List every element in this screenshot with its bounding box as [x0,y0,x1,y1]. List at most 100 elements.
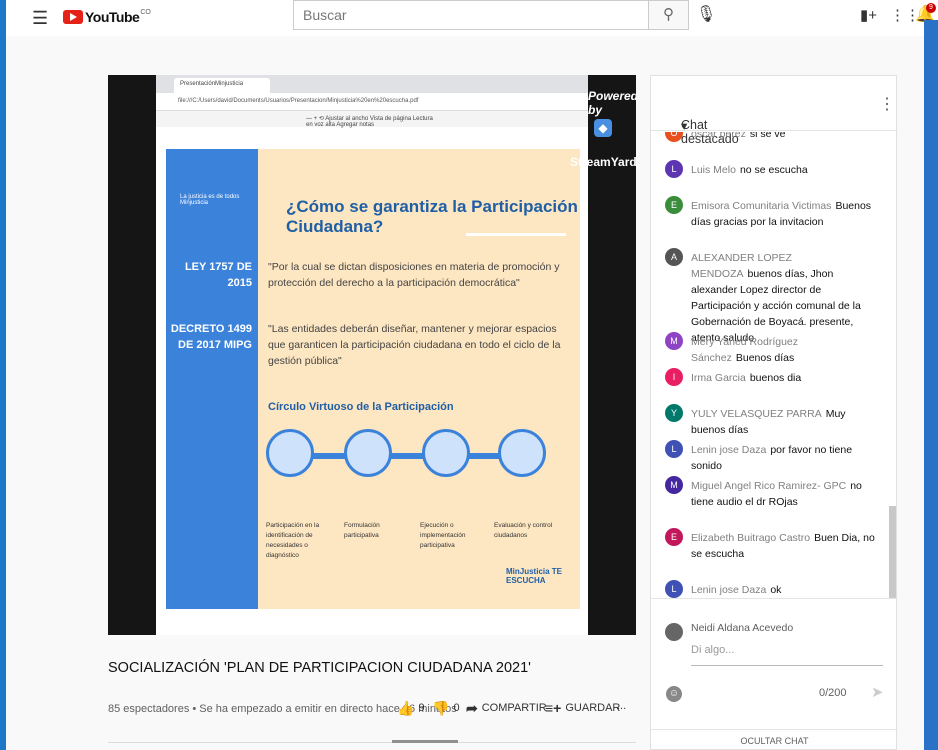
slide-logo: La justicia es de todos Minjusticia [180,194,240,206]
streamyard-brand: StreamYard [570,155,636,169]
top-bar: ☰ YouTube CO Buscar ⚲ 🎙 ▮+ ⋮⋮ 🔔 9 [6,0,938,36]
chat-message-text: Irma Garcia buenos dia [691,370,875,386]
search-placeholder: Buscar [303,7,347,23]
share-button[interactable]: ➦ COMPARTIR [466,700,547,717]
chat-author: Luis Melo [691,164,736,176]
divider-active [392,740,458,743]
circle-label: Ejecución o implementación participativa [420,522,466,549]
video-title: SOCIALIZACIÓN 'PLAN DE PARTICIPACION CIU… [108,660,531,676]
avatar: L [665,160,683,178]
video-player[interactable]: PresentaciónMinjusticia file:///C:/Users… [108,75,636,635]
browser-tabs: PresentaciónMinjusticia [156,75,588,93]
browser-tab: PresentaciónMinjusticia [174,78,270,93]
chat-input-area: Neidi Aldana Acevedo Di algo... ☺ 0/200 … [651,598,898,750]
law2-label: DECRETO 1499 DE 2017 MIPG [170,323,252,351]
country-code: CO [140,9,151,16]
law1-label: LEY 1757 DE 2015 [184,261,252,289]
pdf-toolbar: — + ⟲ Ajustar al ancho Vista de página L… [156,111,588,128]
chat-text: si se ve [749,132,786,140]
chat-messages: Ooscar perez si se ve L Luis Melo no se escu… [651,132,898,598]
create-video-icon[interactable]: ▮+ [860,6,877,24]
thumbs-up-icon: 👍 [397,700,415,716]
send-icon[interactable]: ➤ [871,683,884,701]
youtube-logo[interactable]: YouTube CO [63,9,151,25]
circle-label: Participación en la identificación de ne… [266,522,320,559]
brand-name: YouTube [85,9,140,25]
chat-message-text: Elizabeth Buitrago Castro Buen Dia, no se… [691,530,875,562]
avatar: E [665,196,683,214]
like-count: 9 [418,702,425,714]
chat-text: ok [770,584,782,596]
chat-author: Miguel Angel Rico Ramirez- GPC [691,480,847,492]
dislike-count: 0 [453,702,460,714]
search-input[interactable]: Buscar [293,0,649,30]
avatar: O [665,132,683,142]
evaluation-icon [498,429,546,477]
chat-text: buenos dia [749,372,802,384]
mic-icon[interactable]: 🎙 [696,4,716,24]
chat-input[interactable]: Di algo... [691,644,883,666]
more-button[interactable]: ... [617,700,626,712]
circle-diagram [266,429,566,501]
share-label: COMPARTIR [481,702,547,714]
circle-label: Evaluación y control ciudadanos [494,522,553,539]
chat-message-text: Luis Melo no se escucha [691,162,875,178]
avatar: L [665,440,683,458]
avatar: M [665,332,683,350]
browser-address: file:///C:/Users/david/Documents/Usuario… [156,93,588,111]
more-vert-icon[interactable]: ⋮ [879,94,895,114]
law1-quote: "Por la cual se dictan disposiciones en … [268,261,560,289]
left-edge [0,0,6,750]
save-label: GUARDAR [565,702,621,714]
chat-author: Lenin jose Daza [691,444,767,456]
diagnosis-icon [266,429,314,477]
formulation-icon [344,429,392,477]
streamyard-icon: ◆ [594,119,612,137]
menu-icon[interactable]: ☰ [32,8,48,29]
law2-quote: "Las entidades deberán diseñar, mantener… [268,323,561,367]
playlist-add-icon: ≡+ [545,700,562,716]
chat-scrollbar[interactable] [889,506,896,598]
chat-message-text: oscar perez si se ve [691,132,875,142]
avatar: L [665,580,683,598]
presentation-slide: La justicia es de todos Minjusticia LEY … [166,149,580,609]
minjusticia-logo: MinJusticia TE ESCUCHA [506,567,563,585]
execution-icon [422,429,470,477]
chat-message-text: Mery Yaned Rodríguez Sánchez Buenos días [691,334,875,366]
chat-author: Lenin jose Daza [691,584,767,596]
char-count: 0/200 [819,687,847,699]
chat-message-text: ALEXANDER LOPEZ MENDOZA buenos días, Jhon… [691,250,875,346]
slide-sidebar: La justicia es de todos Minjusticia LEY … [166,149,258,609]
chat-author: Irma Garcia [691,372,746,384]
chat-text: Buenos días [735,352,795,364]
hide-chat-button[interactable]: OCULTAR CHAT [651,729,898,746]
avatar: E [665,528,683,546]
play-logo-icon [63,10,83,24]
slide-title: ¿Cómo se garantiza la Participación Ciud… [286,197,578,236]
search-icon: ⚲ [663,6,674,23]
chat-author: Emisora Comunitaria Victimas [691,200,832,212]
caret-down-icon: ▾ [681,119,688,133]
avatar: I [665,368,683,386]
title-underline [466,233,566,236]
chat-header: Chat destacado ▾ ⋮ [651,76,898,146]
like-button[interactable]: 👍 9 [397,700,425,717]
notification-count: 9 [926,3,936,13]
chat-author: Elizabeth Buitrago Castro [691,532,811,544]
emoji-icon[interactable]: ☺ [666,686,682,702]
avatar: M [665,476,683,494]
chat-author: oscar perez [691,132,746,140]
search-button[interactable]: ⚲ [649,0,689,30]
chat-message-text: YULY VELASQUEZ PARRA Muy buenos días [691,406,875,438]
powered-by: Powered by [588,89,636,117]
save-button[interactable]: ≡+ GUARDAR [545,700,620,716]
live-chat: Chat destacado ▾ ⋮ Ooscar perez si se ve L… [650,75,898,750]
chat-message-text: Miguel Angel Rico Ramirez- GPC no tiene a… [691,478,875,510]
dislike-button[interactable]: 👎 0 [432,700,460,717]
share-icon: ➦ [466,700,478,716]
chat-message-text: Lenin jose Daza ok [691,582,875,598]
current-user-name: Neidi Aldana Acevedo [691,622,794,634]
chat-message-text: Lenin jose Daza por favor no tiene sonido [691,442,875,474]
chat-message-text: Emisora Comunitaria Victimas Buenos días … [691,198,875,230]
chat-author: YULY VELASQUEZ PARRA [691,408,822,420]
